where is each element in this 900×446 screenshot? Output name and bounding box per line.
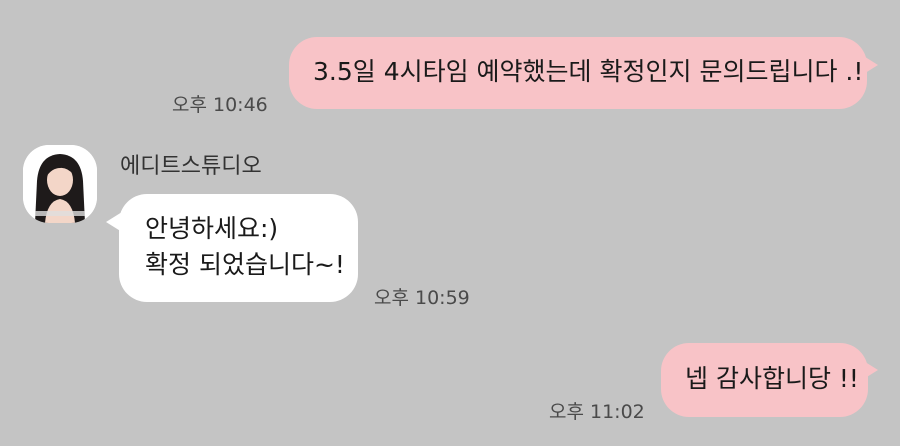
message-timestamp: 오후 10:59	[374, 287, 470, 309]
profile-avatar[interactable]	[23, 145, 97, 223]
message-text: 넵 감사합니당 !!	[685, 364, 859, 393]
message-line: 확정 되었습니다~!	[145, 250, 345, 279]
message-line: 안녕하세요:)	[145, 214, 279, 243]
message-bubble-mine[interactable]: 넵 감사합니당 !!	[661, 343, 868, 417]
message-timestamp: 오후 10:46	[172, 94, 268, 116]
message-text: 3.5일 4시타임 예약했는데 확정인지 문의드립니다 .!	[313, 57, 864, 86]
message-bubble-mine[interactable]: 3.5일 4시타임 예약했는데 확정인지 문의드립니다 .!	[289, 37, 867, 109]
bubble-tail	[862, 360, 878, 380]
profile-photo-icon	[23, 145, 97, 223]
message-bubble-theirs[interactable]: 안녕하세요:) 확정 되었습니다~!	[119, 194, 358, 302]
bubble-tail	[862, 55, 878, 75]
sender-name: 에디트스튜디오	[120, 154, 262, 179]
message-timestamp: 오후 11:02	[549, 401, 645, 423]
